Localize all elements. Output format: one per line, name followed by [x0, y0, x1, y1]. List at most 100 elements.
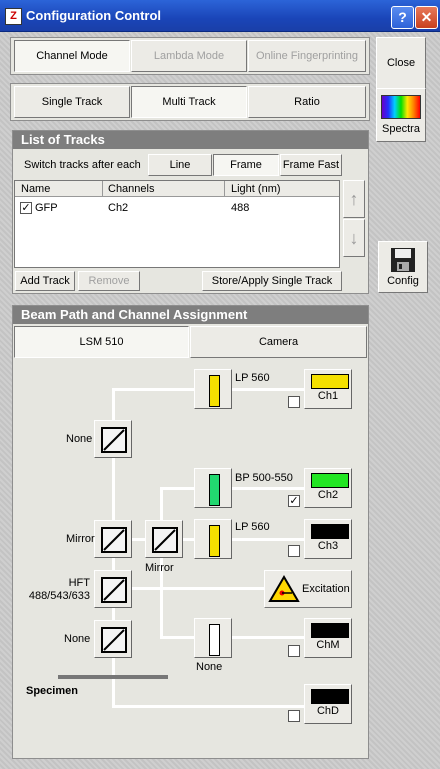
- chm-label: ChM: [316, 639, 340, 651]
- mirror-hft[interactable]: [94, 570, 132, 608]
- channel-ch2[interactable]: Ch2: [304, 468, 352, 508]
- filter-bar: [209, 375, 220, 407]
- single-track-button[interactable]: Single Track: [14, 86, 130, 118]
- channel-chm[interactable]: ChM: [304, 618, 352, 658]
- ch1-checkbox[interactable]: [288, 396, 300, 408]
- beam-line: [160, 487, 194, 490]
- switch-frame-button[interactable]: Frame: [213, 154, 279, 176]
- ch2-checkbox[interactable]: ✓: [288, 495, 300, 507]
- title-bar: Z Configuration Control ? ✕: [0, 0, 440, 32]
- remove-track-button[interactable]: Remove: [78, 271, 140, 291]
- mirror-none-bottom-label: None: [64, 633, 91, 645]
- channel-ch3[interactable]: Ch3: [304, 519, 352, 559]
- track-channels: Ch2: [108, 202, 129, 214]
- mirror-icon: [101, 627, 127, 653]
- channel-mode-button[interactable]: Channel Mode: [14, 40, 130, 72]
- tab-lsm510[interactable]: LSM 510: [14, 326, 189, 358]
- multi-track-button[interactable]: Multi Track: [131, 86, 247, 118]
- app-icon: Z: [5, 8, 22, 25]
- beam-line: [182, 538, 194, 541]
- col-light[interactable]: Light (nm): [231, 183, 281, 195]
- filter-lp560-top[interactable]: [194, 369, 232, 409]
- switch-tracks-label: Switch tracks after each: [24, 159, 141, 171]
- chd-color-swatch: [311, 689, 349, 704]
- config-label: Config: [387, 275, 419, 287]
- ch1-label: Ch1: [317, 390, 339, 402]
- beam-line: [112, 705, 304, 708]
- chd-checkbox[interactable]: [288, 710, 300, 722]
- mirror-none-top-label: None: [66, 433, 93, 445]
- beam-line: [232, 538, 304, 541]
- beam-path-header: Beam Path and Channel Assignment: [13, 306, 368, 324]
- mirror-icon: [101, 427, 127, 453]
- col-name[interactable]: Name: [21, 183, 50, 195]
- filter-bp-label: BP 500-550: [235, 472, 293, 484]
- specimen-stage: [58, 675, 168, 679]
- lambda-mode-button[interactable]: Lambda Mode: [131, 40, 247, 72]
- move-up-button[interactable]: ↑: [343, 180, 365, 218]
- tab-camera[interactable]: Camera: [190, 326, 367, 358]
- spectrum-icon: [381, 95, 421, 119]
- config-button[interactable]: Config: [378, 241, 428, 293]
- tracks-table: Name Channels Light (nm) ✓ GFP Ch2 488: [14, 180, 340, 268]
- ratio-button[interactable]: Ratio: [248, 86, 366, 118]
- window-title: Configuration Control: [26, 8, 162, 23]
- ch2-label: Ch2: [317, 489, 339, 501]
- move-down-button[interactable]: ↓: [343, 219, 365, 257]
- ch3-label: Ch3: [317, 540, 339, 552]
- help-button[interactable]: ?: [391, 6, 414, 29]
- filter-lp560-mid[interactable]: [194, 519, 232, 559]
- mirror-middle-label: Mirror: [145, 562, 174, 574]
- excitation-label: Excitation: [302, 583, 350, 595]
- ch2-color-swatch: [311, 473, 349, 488]
- chm-color-swatch: [311, 623, 349, 638]
- filter-bp500-550[interactable]: [194, 468, 232, 508]
- track-light: 488: [231, 202, 250, 214]
- table-row[interactable]: ✓ GFP Ch2 488: [15, 199, 339, 217]
- track-enable-checkbox[interactable]: ✓: [20, 202, 32, 214]
- table-header: Name Channels Light (nm): [15, 181, 339, 197]
- filter-none-low[interactable]: [194, 618, 232, 658]
- mirror-middle[interactable]: [145, 520, 183, 558]
- floppy-disk-icon: [391, 248, 415, 272]
- channel-ch1[interactable]: Ch1: [304, 369, 352, 409]
- spectra-label: Spectra: [382, 123, 420, 135]
- tracks-header: List of Tracks: [13, 131, 368, 149]
- beam-line: [160, 636, 194, 639]
- ch3-checkbox[interactable]: [288, 545, 300, 557]
- col-divider: [102, 181, 103, 197]
- beam-line: [232, 636, 304, 639]
- add-track-button[interactable]: Add Track: [15, 271, 75, 291]
- mirror-icon: [101, 577, 127, 603]
- close-button[interactable]: Close: [376, 37, 426, 89]
- col-divider: [224, 181, 225, 197]
- close-window-button[interactable]: ✕: [415, 6, 438, 29]
- online-fingerprinting-button[interactable]: Online Fingerprinting: [248, 40, 366, 72]
- filter-lp560-top-label: LP 560: [235, 372, 270, 384]
- filter-bar: [209, 624, 220, 656]
- col-channels[interactable]: Channels: [108, 183, 154, 195]
- excitation-button[interactable]: Excitation: [264, 570, 352, 608]
- ch1-color-swatch: [311, 374, 349, 389]
- store-apply-button[interactable]: Store/Apply Single Track: [202, 271, 342, 291]
- switch-frame-fast-button[interactable]: Frame Fast: [280, 154, 342, 176]
- chm-checkbox[interactable]: [288, 645, 300, 657]
- filter-bar: [209, 474, 220, 506]
- mirror-hft-label: HFT 488/543/633: [28, 577, 90, 602]
- spectra-button[interactable]: Spectra: [376, 88, 426, 142]
- mirror-left[interactable]: [94, 520, 132, 558]
- mirror-none-top[interactable]: [94, 420, 132, 458]
- beam-line: [132, 538, 146, 541]
- chd-label: ChD: [316, 705, 339, 717]
- filter-bar: [209, 525, 220, 557]
- mirror-icon: [152, 527, 178, 553]
- beam-line: [232, 487, 304, 490]
- filter-none-low-label: None: [196, 661, 223, 673]
- switch-line-button[interactable]: Line: [148, 154, 212, 176]
- filter-lp560-mid-label: LP 560: [235, 521, 270, 533]
- track-name: GFP: [35, 202, 58, 214]
- channel-chd[interactable]: ChD: [304, 684, 352, 724]
- mirror-icon: [101, 527, 127, 553]
- beam-line: [112, 388, 194, 391]
- mirror-none-bottom[interactable]: [94, 620, 132, 658]
